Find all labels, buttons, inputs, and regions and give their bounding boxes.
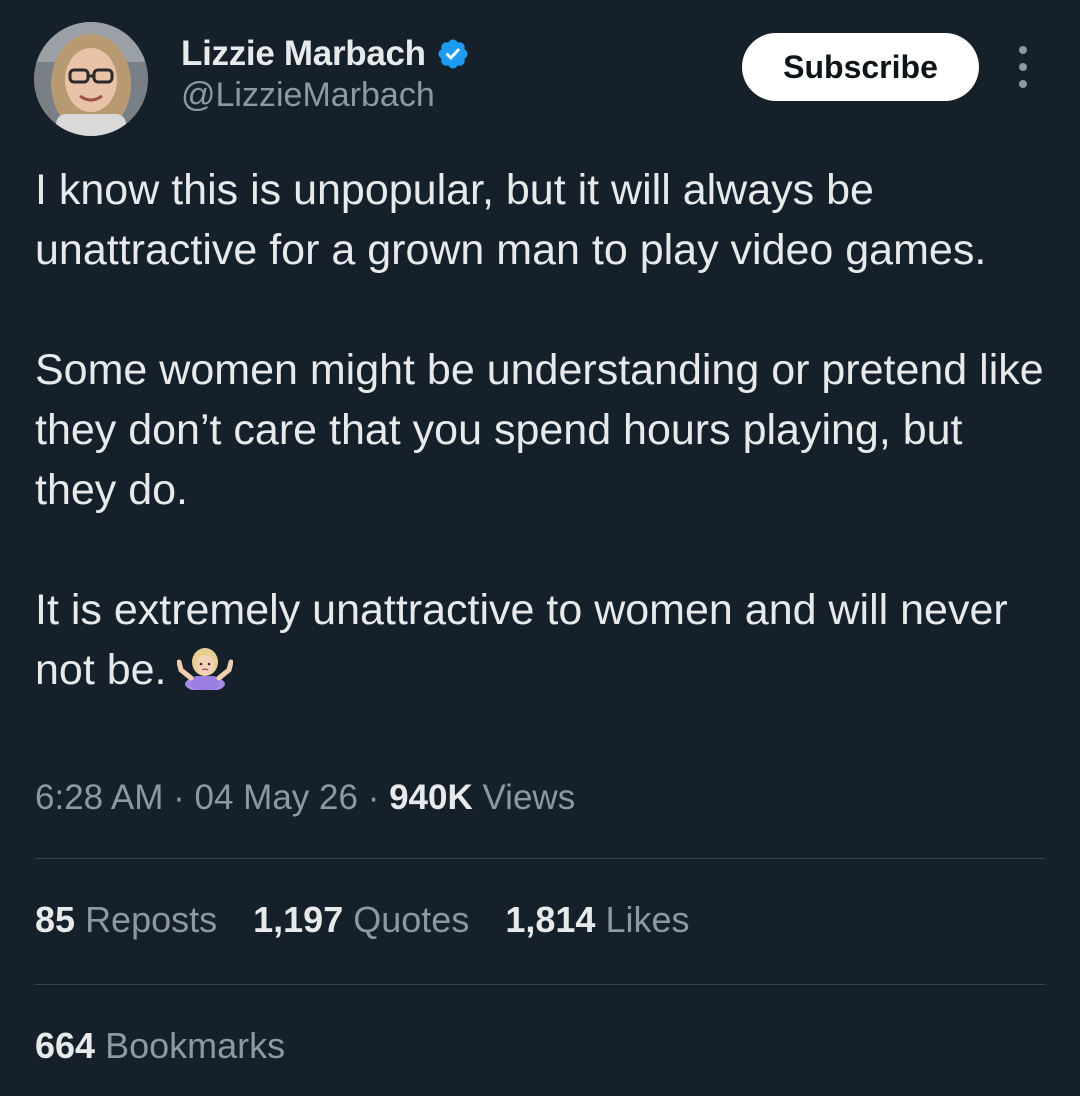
divider xyxy=(35,984,1045,985)
tweet-meta: 6:28 AM · 04 May 26 · 940K Views xyxy=(35,778,575,818)
tweet-paragraph: I know this is unpopular, but it will al… xyxy=(35,166,987,274)
more-dot xyxy=(1019,63,1027,71)
reposts-count: 85 xyxy=(35,899,76,940)
bookmarks-label: Bookmarks xyxy=(105,1025,286,1066)
author-display-name[interactable]: Lizzie Marbach xyxy=(181,34,426,74)
more-vertical-icon[interactable] xyxy=(1012,46,1034,88)
tweet-text: I know this is unpopular, but it will al… xyxy=(35,160,1045,706)
subscribe-button[interactable]: Subscribe xyxy=(742,33,979,101)
views-label: Views xyxy=(472,778,576,817)
tweet-paragraph: Some women might be understanding or pre… xyxy=(35,346,1044,514)
bookmarks-stat[interactable]: 664 Bookmarks xyxy=(35,1025,285,1067)
meta-separator: · xyxy=(163,778,195,817)
bookmarks-count: 664 xyxy=(35,1025,96,1066)
tweet-time[interactable]: 6:28 AM xyxy=(35,778,163,817)
divider xyxy=(35,858,1045,859)
likes-label: Likes xyxy=(605,899,690,940)
likes-count: 1,814 xyxy=(505,899,596,940)
avatar[interactable] xyxy=(34,22,148,136)
quotes-count: 1,197 xyxy=(253,899,344,940)
tweet-paragraph: It is extremely unattractive to women an… xyxy=(35,580,1045,706)
likes-stat[interactable]: 1,814 Likes xyxy=(505,899,689,941)
verified-badge-icon[interactable] xyxy=(436,37,470,71)
views-count: 940K xyxy=(389,778,473,817)
author-handle[interactable]: @LizzieMarbach xyxy=(181,76,435,115)
tweet-date[interactable]: 04 May 26 xyxy=(195,778,358,817)
quotes-stat[interactable]: 1,197 Quotes xyxy=(253,899,469,941)
profile-avatar xyxy=(34,22,148,136)
quotes-label: Quotes xyxy=(353,899,470,940)
meta-separator: · xyxy=(357,778,390,817)
engagement-stats: 85 Reposts 1,197 Quotes 1,814 Likes xyxy=(35,899,725,941)
more-dot xyxy=(1019,46,1027,54)
reposts-stat[interactable]: 85 Reposts xyxy=(35,899,217,941)
more-dot xyxy=(1019,80,1027,88)
author-name-row[interactable]: Lizzie Marbach xyxy=(181,30,470,78)
reposts-label: Reposts xyxy=(85,899,218,940)
person-shrugging-emoji xyxy=(176,646,233,706)
